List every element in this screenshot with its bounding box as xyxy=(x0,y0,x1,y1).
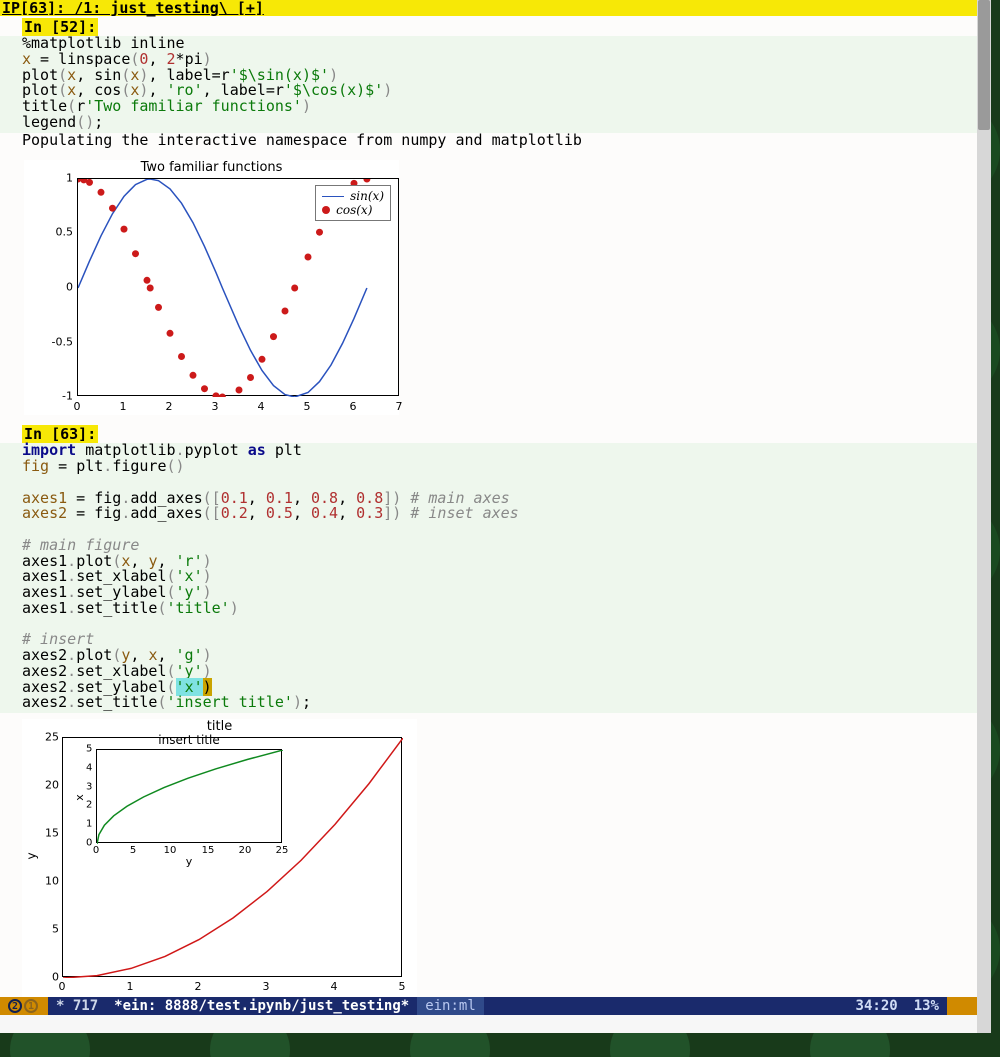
ixtick: 15 xyxy=(202,845,215,856)
chart-plot-area: sin(x) cos(x) xyxy=(77,178,399,396)
inset-plot-area xyxy=(96,749,282,843)
modeline-buffer-name[interactable]: *ein: 8888/test.ipynb/just_testing* xyxy=(106,997,417,1015)
xtick: 7 xyxy=(396,400,403,413)
modeline-major-mode[interactable]: ein:ml xyxy=(417,997,484,1015)
modeline-percent-bar xyxy=(947,997,977,1015)
xtick: 0 xyxy=(59,980,66,993)
ytick: 20 xyxy=(45,779,59,792)
iytick: 1 xyxy=(86,819,92,830)
ytick: -1 xyxy=(62,390,73,403)
ixtick: 20 xyxy=(239,845,252,856)
ytick: 25 xyxy=(45,731,59,744)
ixtick: 25 xyxy=(276,845,289,856)
ytick: 15 xyxy=(45,827,59,840)
chart-legend: sin(x) cos(x) xyxy=(315,185,391,221)
ytick: 5 xyxy=(52,923,59,936)
iytick: 5 xyxy=(86,744,92,755)
chart-title: title xyxy=(22,719,417,734)
ixtick: 10 xyxy=(164,845,177,856)
ytick: 10 xyxy=(45,875,59,888)
code-input[interactable]: import matplotlib.pyplot as plt fig = pl… xyxy=(0,443,977,713)
modeline-window-indicator: 21 xyxy=(0,997,48,1015)
chart-main-inset: title y x 0 5 10 15 20 25 0 1 2 3 4 5 in… xyxy=(22,719,417,999)
xtick: 0 xyxy=(74,400,81,413)
chart-title: Two familiar functions xyxy=(24,160,399,175)
legend-label-cos: cos(x) xyxy=(336,203,372,217)
inset-x-label: y xyxy=(96,855,282,868)
ixtick: 5 xyxy=(130,845,136,856)
xtick: 5 xyxy=(304,400,311,413)
iytick: 0 xyxy=(86,838,92,849)
editor-frame: IP[63]: /1: just_testing\ [+] In [52]: %… xyxy=(0,0,977,1015)
tab-title[interactable]: IP[63]: /1: just_testing\ [+] xyxy=(2,0,264,17)
inset-y-label: x xyxy=(73,794,86,801)
ytick: 0 xyxy=(66,281,73,294)
xtick: 5 xyxy=(399,980,406,993)
cell-63[interactable]: In [63]: import matplotlib.pyplot as plt… xyxy=(0,423,977,999)
xtick: 2 xyxy=(166,400,173,413)
y-axis-label: y xyxy=(25,852,39,859)
code-input[interactable]: %matplotlib inline x = linspace(0, 2*pi)… xyxy=(0,36,977,133)
xtick: 1 xyxy=(120,400,127,413)
modeline-percent: 13% xyxy=(906,997,947,1015)
iytick: 4 xyxy=(86,763,92,774)
xtick: 3 xyxy=(263,980,270,993)
xtick: 2 xyxy=(195,980,202,993)
minibuffer[interactable] xyxy=(0,1015,977,1033)
ixtick: 0 xyxy=(93,845,99,856)
iytick: 2 xyxy=(86,800,92,811)
xtick: 1 xyxy=(127,980,134,993)
modeline: 21 * 717 *ein: 8888/test.ipynb/just_test… xyxy=(0,997,977,1015)
chart-two-familiar-functions: Two familiar functions sin(x) cos(x) 1 0… xyxy=(24,160,399,415)
circle-icon: 1 xyxy=(24,999,38,1013)
legend-swatch-cos xyxy=(322,206,330,214)
legend-label-sin: sin(x) xyxy=(350,189,384,203)
xtick: 3 xyxy=(212,400,219,413)
legend-swatch-sin xyxy=(322,196,344,197)
cell-stdout: Populating the interactive namespace fro… xyxy=(0,133,977,149)
circle-icon: 2 xyxy=(8,999,22,1013)
scrollbar-thumb[interactable] xyxy=(978,0,990,130)
xtick: 6 xyxy=(350,400,357,413)
cell-52[interactable]: In [52]: %matplotlib inline x = linspace… xyxy=(0,16,977,415)
modeline-position: 34:20 xyxy=(848,997,906,1015)
xtick: 4 xyxy=(331,980,338,993)
xtick: 4 xyxy=(258,400,265,413)
inset-svg xyxy=(97,750,283,844)
ytick: 1 xyxy=(66,172,73,185)
ytick: 0.5 xyxy=(56,226,74,239)
scrollbar[interactable] xyxy=(977,0,991,1033)
tab-bar[interactable]: IP[63]: /1: just_testing\ [+] xyxy=(0,0,977,16)
modeline-modified: * 717 xyxy=(48,997,106,1015)
inset-title: insert title xyxy=(96,733,282,747)
ytick: -0.5 xyxy=(52,336,73,349)
iytick: 3 xyxy=(86,782,92,793)
